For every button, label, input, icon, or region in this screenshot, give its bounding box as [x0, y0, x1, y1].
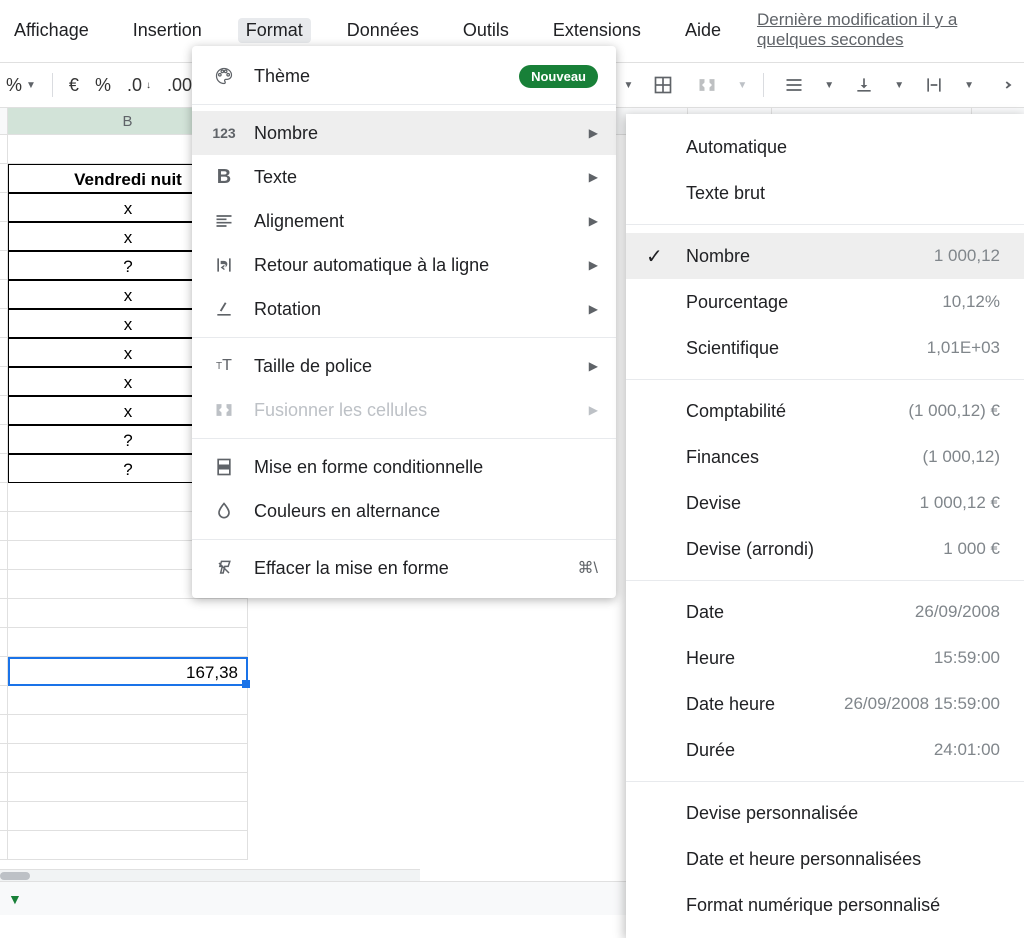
toolbar-currency[interactable]: € — [69, 75, 79, 96]
fill-handle[interactable] — [242, 680, 250, 688]
format-theme[interactable]: Thème Nouveau — [192, 54, 616, 98]
scrollbar-thumb[interactable] — [0, 872, 30, 880]
nm-currency-rounded[interactable]: Devise (arrondi) 1 000 € — [626, 526, 1024, 572]
nm-custom-datetime[interactable]: Date et heure personnalisées — [626, 836, 1024, 882]
merge-cells-icon[interactable] — [693, 71, 721, 99]
text-wrap-icon[interactable] — [920, 71, 948, 99]
merge-icon — [210, 400, 238, 420]
format-alternating[interactable]: Couleurs en alternance — [192, 489, 616, 533]
format-font-size[interactable]: TT Taille de police ▶ — [192, 344, 616, 388]
align-icon — [210, 211, 238, 231]
format-menu: Thème Nouveau 123 Nombre ▶ B Texte ▶ Ali… — [192, 46, 616, 598]
nm-custom-number[interactable]: Format numérique personnalisé — [626, 882, 1024, 928]
borders-icon[interactable] — [649, 71, 677, 99]
new-badge: Nouveau — [519, 65, 598, 88]
menu-format[interactable]: Format — [238, 18, 311, 43]
nm-datetime[interactable]: Date heure 26/09/2008 15:59:00 — [626, 681, 1024, 727]
text-rotation-icon[interactable] — [990, 71, 1018, 99]
nm-custom-currency[interactable]: Devise personnalisée — [626, 790, 1024, 836]
menu-outils[interactable]: Outils — [455, 18, 517, 43]
nm-scientific[interactable]: Scientifique 1,01E+03 — [626, 325, 1024, 371]
font-size-icon: TT — [210, 357, 238, 375]
format-clear[interactable]: Effacer la mise en forme ⌘\ — [192, 546, 616, 590]
nm-plain-text[interactable]: Texte brut — [626, 170, 1024, 216]
format-text[interactable]: B Texte ▶ — [192, 155, 616, 199]
format-rotation[interactable]: Rotation ▶ — [192, 287, 616, 331]
nm-accounting[interactable]: Comptabilité (1 000,12) € — [626, 388, 1024, 434]
menu-extensions[interactable]: Extensions — [545, 18, 649, 43]
shortcut-label: ⌘\ — [578, 558, 598, 578]
horizontal-align-icon[interactable] — [780, 71, 808, 99]
horizontal-scrollbar[interactable] — [0, 869, 420, 881]
toolbar-decrease-decimals[interactable]: .0↓ — [127, 75, 151, 96]
droplet-icon — [210, 501, 238, 521]
format-alignment[interactable]: Alignement ▶ — [192, 199, 616, 243]
number-icon: 123 — [210, 125, 238, 141]
menu-donnees[interactable]: Données — [339, 18, 427, 43]
nm-duration[interactable]: Durée 24:01:00 — [626, 727, 1024, 773]
nm-financial[interactable]: Finances (1 000,12) — [626, 434, 1024, 480]
format-conditional[interactable]: Mise en forme conditionnelle — [192, 445, 616, 489]
nm-percent[interactable]: Pourcentage 10,12% — [626, 279, 1024, 325]
check-icon: ✓ — [646, 244, 663, 269]
active-cell[interactable]: 167,38 — [8, 657, 248, 686]
nm-time[interactable]: Heure 15:59:00 — [626, 635, 1024, 681]
rotation-icon — [210, 299, 238, 319]
format-merge: Fusionner les cellules ▶ — [192, 388, 616, 432]
nm-automatic[interactable]: Automatique — [626, 124, 1024, 170]
last-modified-link[interactable]: Dernière modification il y a quelques se… — [757, 10, 1024, 50]
clear-format-icon — [210, 558, 238, 578]
wrap-icon — [210, 255, 238, 275]
format-number[interactable]: 123 Nombre ▶ — [192, 111, 616, 155]
menu-insertion[interactable]: Insertion — [125, 18, 210, 43]
menu-affichage[interactable]: Affichage — [6, 18, 97, 43]
conditional-icon — [210, 457, 238, 477]
nm-number[interactable]: ✓ Nombre 1 000,12 — [626, 233, 1024, 279]
nm-date[interactable]: Date 26/09/2008 — [626, 589, 1024, 635]
bold-icon: B — [210, 166, 238, 189]
nm-currency[interactable]: Devise 1 000,12 € — [626, 480, 1024, 526]
format-wrap[interactable]: Retour automatique à la ligne ▶ — [192, 243, 616, 287]
sheet-tab-dropdown[interactable]: ▼ — [8, 891, 22, 907]
palette-icon — [210, 66, 238, 86]
number-format-submenu: Automatique Texte brut ✓ Nombre 1 000,12… — [626, 114, 1024, 938]
toolbar-percent-dropdown[interactable]: %▼ — [6, 75, 36, 96]
vertical-align-icon[interactable] — [850, 71, 878, 99]
menu-aide[interactable]: Aide — [677, 18, 729, 43]
toolbar-percent-format[interactable]: % — [95, 75, 111, 96]
